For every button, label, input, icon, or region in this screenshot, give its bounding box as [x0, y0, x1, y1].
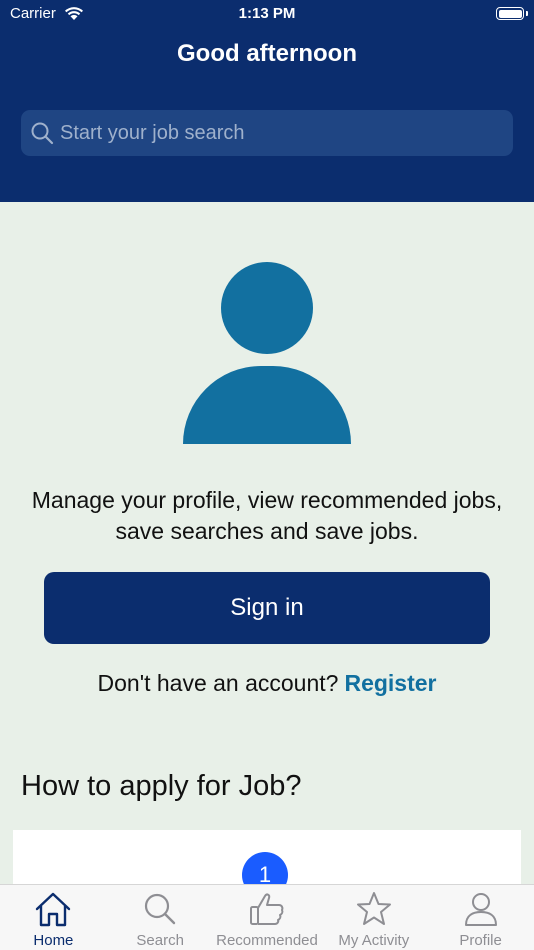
status-bar: Carrier 1:13 PM — [0, 0, 534, 28]
tab-my-activity[interactable]: My Activity — [320, 885, 427, 950]
register-link[interactable]: Register — [344, 670, 436, 696]
thumbs-up-icon — [249, 893, 284, 925]
avatar-body — [183, 366, 351, 444]
avatar-head — [221, 262, 313, 354]
register-row: Don't have an account? Register — [0, 670, 534, 697]
header: Carrier 1:13 PM Good afternoon — [0, 0, 534, 202]
sign-in-button[interactable]: Sign in — [44, 572, 490, 644]
home-icon — [36, 892, 71, 927]
tab-search[interactable]: Search — [107, 885, 214, 950]
tab-home[interactable]: Home — [0, 885, 107, 950]
tab-label: My Activity — [338, 932, 410, 949]
tab-label: Recommended — [216, 932, 318, 949]
search-icon — [31, 122, 54, 145]
how-to-apply-title: How to apply for Job? — [21, 770, 302, 802]
person-icon — [464, 893, 497, 926]
avatar-placeholder — [183, 262, 351, 444]
search-input[interactable] — [54, 110, 513, 156]
tab-label: Profile — [459, 932, 502, 949]
tab-profile[interactable]: Profile — [427, 885, 534, 950]
clock: 1:13 PM — [238, 5, 296, 22]
battery-icon — [496, 7, 528, 20]
how-to-apply-card: 1 — [13, 830, 521, 890]
search-bar[interactable] — [21, 110, 513, 156]
greeting-title: Good afternoon — [177, 40, 357, 67]
profile-prompt: Manage your profile, view recommended jo… — [31, 487, 503, 544]
tab-bar: Home Search Recommended My Activity Prof… — [0, 884, 534, 950]
register-prompt: Don't have an account? — [97, 670, 339, 696]
tab-recommended[interactable]: Recommended — [214, 885, 321, 950]
star-icon — [356, 892, 391, 925]
search-icon — [145, 893, 176, 925]
tab-label: Search — [136, 932, 184, 949]
tab-label: Home — [33, 932, 74, 949]
